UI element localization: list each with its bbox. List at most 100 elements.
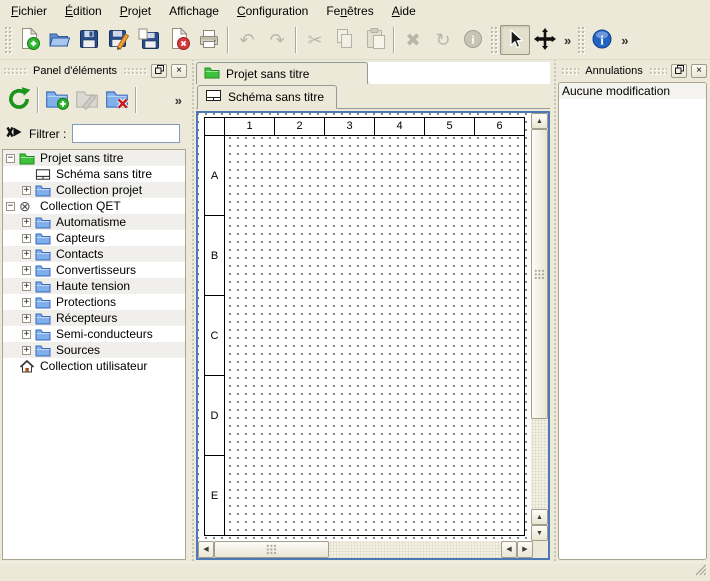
collapse-icon[interactable]: −	[6, 202, 15, 211]
new-file-icon	[17, 27, 41, 54]
overflow-chevron[interactable]: »	[560, 33, 575, 48]
new-category-button[interactable]	[42, 85, 72, 115]
tree-item-label: Protections	[54, 295, 116, 309]
tree-item-protections[interactable]: + Protections	[3, 294, 185, 310]
tree-item-automatisme[interactable]: + Automatisme	[3, 214, 185, 230]
open-file-icon	[47, 27, 71, 54]
open-file-button[interactable]	[44, 25, 74, 55]
tree-item-collection-projet[interactable]: +Collection projet	[3, 182, 185, 198]
scroll-up-button[interactable]: ▲	[531, 113, 548, 129]
tree-item-contacts[interactable]: +Contacts	[3, 246, 185, 262]
toolbar-drag-handle[interactable]	[4, 26, 12, 54]
filter-input[interactable]	[72, 124, 180, 143]
expand-icon[interactable]: +	[22, 314, 31, 323]
tree-item-collection-utilisateur[interactable]: Collection utilisateur	[3, 358, 185, 374]
edit-category-button[interactable]	[72, 85, 102, 115]
tab-project[interactable]: Projet sans titre	[196, 62, 368, 84]
info-button[interactable]: i	[458, 25, 488, 55]
cut-button[interactable]: ✂	[300, 25, 330, 55]
expand-icon[interactable]: +	[22, 218, 31, 227]
overflow-chevron[interactable]: »	[617, 33, 632, 48]
paste-button[interactable]	[360, 25, 390, 55]
new-file-button[interactable]	[14, 25, 44, 55]
save-as-button[interactable]	[104, 25, 134, 55]
scroll-right-button[interactable]: ▶	[517, 541, 533, 558]
column-header-cell: 4	[375, 118, 425, 136]
scroll-left-button[interactable]: ◀	[501, 541, 517, 558]
close-panel-button[interactable]: ×	[171, 64, 187, 78]
menu-item-fenetres[interactable]: Fenêtres	[317, 1, 382, 21]
menu-item-projet[interactable]: Projet	[111, 1, 160, 21]
redo-button[interactable]: ↷	[262, 25, 292, 55]
expand-icon[interactable]: +	[22, 234, 31, 243]
float-panel-button[interactable]	[151, 64, 167, 78]
horizontal-scroll-track[interactable]	[329, 541, 501, 558]
diagram-info-button[interactable]: i	[587, 25, 617, 55]
toolbar-drag-handle[interactable]	[577, 26, 585, 54]
undo-list-item[interactable]: Aucune modification	[559, 83, 706, 99]
toolbar-separator	[37, 87, 39, 113]
close-file-button[interactable]	[164, 25, 194, 55]
save-button[interactable]	[74, 25, 104, 55]
scroll-up-button[interactable]: ▲	[531, 509, 548, 525]
tree-item-semi-conducteurs[interactable]: +Semi-conducteurs	[3, 326, 185, 342]
move-tool-button[interactable]	[530, 25, 560, 55]
diagram-canvas[interactable]: 123456 ABCDE	[198, 113, 531, 541]
expand-icon[interactable]: +	[22, 186, 31, 195]
undo-button[interactable]: ↶	[232, 25, 262, 55]
scroll-left-button[interactable]: ◀	[198, 541, 214, 558]
blue-folder-icon	[35, 232, 54, 245]
diagram-view: 123456 ABCDE ▲ ▲ ▼ ◀ ◀ ▶	[196, 111, 550, 560]
elements-panel: Panel d'éléments × » Filtrer : −Projet s…	[0, 60, 190, 562]
resize-grip-icon[interactable]	[695, 563, 708, 579]
tree-item-haute-tension[interactable]: +Haute tension	[3, 278, 185, 294]
vertical-scroll-track[interactable]	[531, 419, 548, 509]
tree-item-sources[interactable]: +Sources	[3, 342, 185, 358]
delete-category-button[interactable]	[102, 85, 132, 115]
toolbar-drag-handle[interactable]	[490, 26, 498, 54]
overflow-chevron[interactable]: »	[171, 93, 186, 108]
copy-button[interactable]	[330, 25, 360, 55]
tree-item-projet-sans-titre[interactable]: −Projet sans titre	[3, 150, 185, 166]
clear-filter-icon[interactable]	[6, 125, 23, 142]
expand-icon[interactable]: +	[22, 298, 31, 307]
pointer-select-button[interactable]	[500, 25, 530, 55]
horizontal-scroll-thumb[interactable]	[214, 541, 329, 558]
delete-button[interactable]: ✖	[398, 25, 428, 55]
tree-item-collection-qet[interactable]: −⊗Collection QET	[3, 198, 185, 214]
menu-item-aide[interactable]: Aide	[383, 1, 425, 21]
menu-item-configuration[interactable]: Configuration	[228, 1, 317, 21]
rotate-icon: ↻	[435, 31, 450, 49]
undo-panel: Annulations × Aucune modification	[558, 60, 710, 562]
tree-item-sch-ma-sans-titre[interactable]: Schéma sans titre	[3, 166, 185, 182]
rotate-button[interactable]: ↻	[428, 25, 458, 55]
undo-history-list[interactable]: Aucune modification	[558, 82, 707, 560]
expand-icon[interactable]: +	[22, 330, 31, 339]
expand-icon[interactable]: +	[22, 266, 31, 275]
reload-collections-button[interactable]	[4, 85, 34, 115]
float-panel-button[interactable]	[671, 64, 687, 78]
tree-item-convertisseurs[interactable]: +Convertisseurs	[3, 262, 185, 278]
save-icon	[77, 27, 101, 54]
close-panel-button[interactable]: ×	[691, 64, 707, 78]
schema-icon	[35, 168, 54, 181]
expand-icon[interactable]: +	[22, 250, 31, 259]
save-all-button[interactable]	[134, 25, 164, 55]
print-button[interactable]	[194, 25, 224, 55]
tree-item-label: Automatisme	[54, 215, 126, 229]
elements-tree: −Projet sans titreSchéma sans titre+Coll…	[2, 149, 186, 560]
scroll-down-button[interactable]: ▼	[531, 525, 548, 541]
menu-item-edition[interactable]: Édition	[56, 1, 111, 21]
tree-item-capteurs[interactable]: +Capteurs	[3, 230, 185, 246]
menu-item-affichage[interactable]: Affichage	[160, 1, 228, 21]
horizontal-scrollbar[interactable]: ◀ ◀ ▶	[198, 541, 548, 558]
vertical-scroll-thumb[interactable]	[531, 129, 548, 419]
tab-diagram[interactable]: Schéma sans titre	[197, 85, 337, 109]
tree-item-label: Collection utilisateur	[38, 359, 147, 373]
expand-icon[interactable]: +	[22, 282, 31, 291]
menu-item-fichier[interactable]: Fichier	[2, 1, 56, 21]
tree-item-r-cepteurs[interactable]: +Récepteurs	[3, 310, 185, 326]
vertical-scrollbar[interactable]: ▲ ▲ ▼	[531, 113, 548, 541]
expand-icon[interactable]: +	[22, 346, 31, 355]
collapse-icon[interactable]: −	[6, 154, 15, 163]
